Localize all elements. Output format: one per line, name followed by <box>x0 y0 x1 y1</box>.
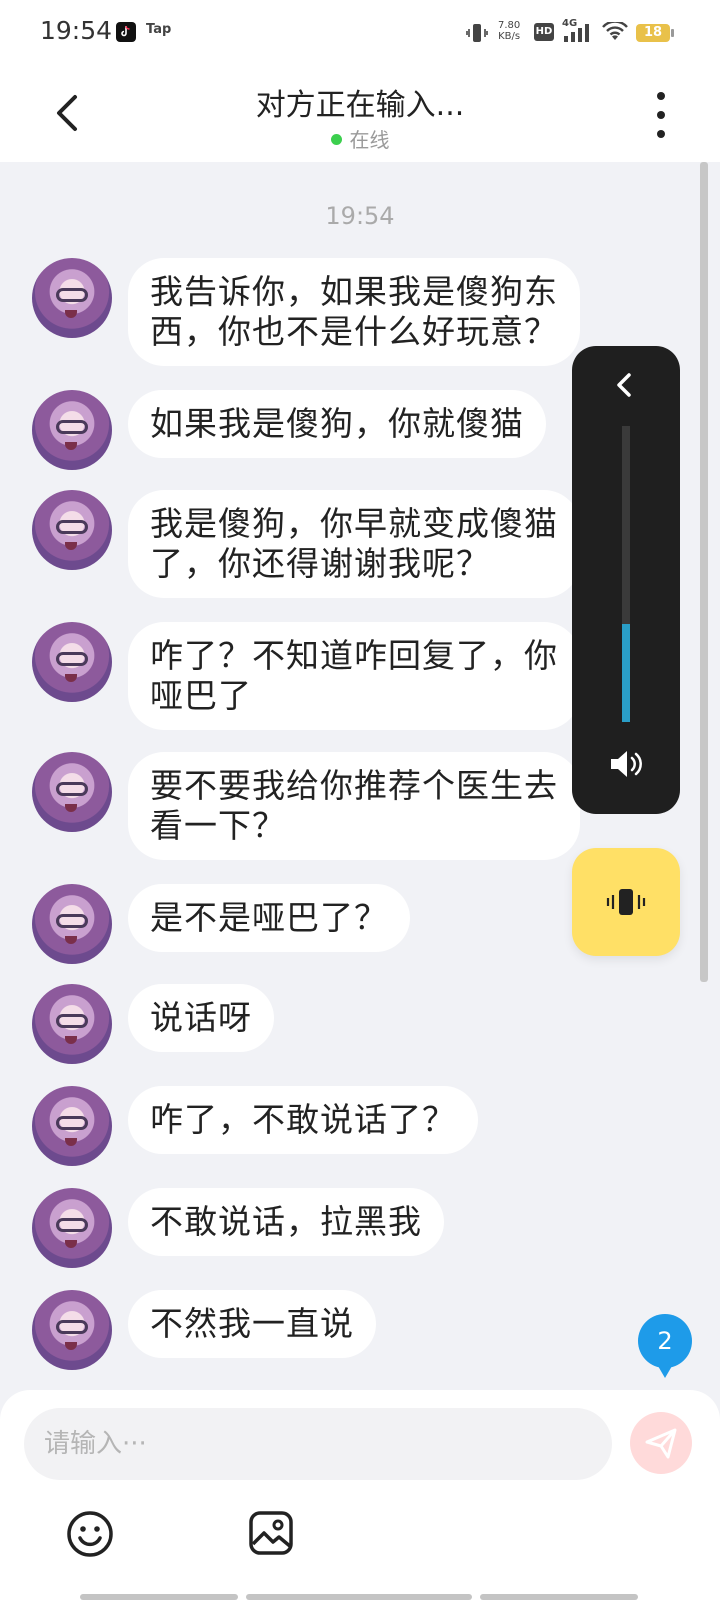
message-bubble[interactable]: 说话呀 <box>128 984 274 1052</box>
message-bubble[interactable]: 我告诉你，如果我是傻狗东 西，你也不是什么好玩意？ <box>128 258 580 366</box>
message-text-line: 我告诉你，如果我是傻狗东 <box>150 272 558 311</box>
net-speed-unit: KB/s <box>498 31 521 42</box>
message-row: 不然我一直说 <box>32 1290 376 1370</box>
nav-gesture-bar[interactable] <box>246 1594 472 1600</box>
avatar[interactable] <box>32 258 112 338</box>
net-speed: 7.80 KB/s <box>498 20 520 42</box>
image-icon[interactable] <box>248 1510 294 1556</box>
message-text-line: 咋了？不知道咋回复了，你 <box>150 636 558 675</box>
status-time: 19:54 <box>40 16 113 45</box>
message-text-line: 看一下？ <box>150 806 286 845</box>
message-bubble[interactable]: 不然我一直说 <box>128 1290 376 1358</box>
message-row: 说话呀 <box>32 984 274 1064</box>
more-options-button[interactable] <box>646 92 676 138</box>
message-row: 咋了？不知道咋回复了，你 哑巴了 <box>32 622 580 730</box>
signal-icon: 4G <box>562 18 594 48</box>
avatar[interactable] <box>32 1086 112 1166</box>
message-input[interactable] <box>24 1408 612 1480</box>
message-row: 我是傻狗，你早就变成傻猫 了，你还得谢谢我呢？ <box>32 490 580 598</box>
nav-gesture-bar[interactable] <box>480 1594 638 1600</box>
online-dot-icon <box>330 134 342 145</box>
hd-badge: HD <box>534 23 554 41</box>
message-row: 要不要我给你推荐个医生去 看一下？ <box>32 752 580 860</box>
message-text-line: 西，你也不是什么好玩意？ <box>150 312 558 351</box>
message-bubble[interactable]: 如果我是傻狗，你就傻猫 <box>128 390 546 458</box>
send-button[interactable] <box>630 1412 692 1474</box>
online-status: 在线 <box>0 124 720 153</box>
chat-header: 对方正在输入... 在线 <box>0 66 720 162</box>
chat-scrollbar[interactable] <box>700 162 708 982</box>
message-row: 如果我是傻狗，你就傻猫 <box>32 390 546 470</box>
avatar[interactable] <box>32 1290 112 1370</box>
message-row: 不敢说话，拉黑我 <box>32 1188 444 1268</box>
message-text-line: 要不要我给你推荐个医生去 <box>150 766 558 805</box>
nav-gesture-bar[interactable] <box>80 1594 238 1600</box>
input-area <box>0 1390 720 1600</box>
avatar[interactable] <box>32 884 112 964</box>
unread-badge[interactable]: 2 <box>638 1314 692 1378</box>
message-row: 咋了，不敢说话了？ <box>32 1086 478 1166</box>
message-row: 我告诉你，如果我是傻狗东 西，你也不是什么好玩意？ <box>32 258 580 366</box>
chevron-left-icon[interactable] <box>610 370 640 400</box>
message-text-line: 说话呀 <box>150 998 252 1037</box>
network-type-label: 4G <box>562 18 578 29</box>
message-text-line: 如果我是傻狗，你就傻猫 <box>150 404 524 443</box>
message-bubble[interactable]: 不敢说话，拉黑我 <box>128 1188 444 1256</box>
volume-panel <box>572 346 680 814</box>
message-bubble[interactable]: 我是傻狗，你早就变成傻猫 了，你还得谢谢我呢？ <box>128 490 580 598</box>
avatar[interactable] <box>32 984 112 1064</box>
avatar[interactable] <box>32 622 112 702</box>
vibrate-icon <box>606 889 646 915</box>
message-text-line: 哑巴了 <box>150 676 252 715</box>
vibrate-button[interactable] <box>572 848 680 956</box>
tap-app-icon: Tap <box>146 22 172 37</box>
send-icon <box>645 1428 677 1459</box>
message-text-line: 了，你还得谢谢我呢？ <box>150 544 490 583</box>
message-bubble[interactable]: 咋了，不敢说话了？ <box>128 1086 478 1154</box>
more-dot <box>657 130 665 138</box>
tiktok-icon <box>116 22 136 42</box>
wifi-icon <box>602 20 628 46</box>
message-text-line: 不敢说话，拉黑我 <box>150 1202 422 1241</box>
emoji-icon[interactable] <box>66 1510 114 1558</box>
message-text-line: 不然我一直说 <box>150 1304 354 1343</box>
more-dot <box>657 111 665 119</box>
volume-slider[interactable] <box>622 426 630 722</box>
battery-icon: 18 <box>636 24 674 42</box>
more-vertical-icon <box>657 92 665 100</box>
online-status-label: 在线 <box>349 128 390 152</box>
message-row: 是不是哑巴了？ <box>32 884 410 964</box>
message-text-line: 我是傻狗，你早就变成傻猫 <box>150 504 558 543</box>
net-speed-value: 7.80 <box>498 20 521 31</box>
status-bar: 19:54 Tap 7.80 KB/s HD 4G 18 <box>0 0 720 66</box>
avatar[interactable] <box>32 752 112 832</box>
avatar[interactable] <box>32 1188 112 1268</box>
message-bubble[interactable]: 是不是哑巴了？ <box>128 884 410 952</box>
vibrate-mode-icon <box>466 22 488 48</box>
avatar[interactable] <box>32 490 112 570</box>
message-bubble[interactable]: 要不要我给你推荐个医生去 看一下？ <box>128 752 580 860</box>
message-bubble[interactable]: 咋了？不知道咋回复了，你 哑巴了 <box>128 622 580 730</box>
volume-level-fill <box>622 624 630 722</box>
message-text-line: 是不是哑巴了？ <box>150 898 388 937</box>
message-text-line: 咋了，不敢说话了？ <box>150 1100 456 1139</box>
avatar[interactable] <box>32 390 112 470</box>
speaker-icon[interactable] <box>608 748 644 780</box>
time-divider: 19:54 <box>325 202 395 230</box>
chat-title: 对方正在输入... <box>255 88 465 123</box>
